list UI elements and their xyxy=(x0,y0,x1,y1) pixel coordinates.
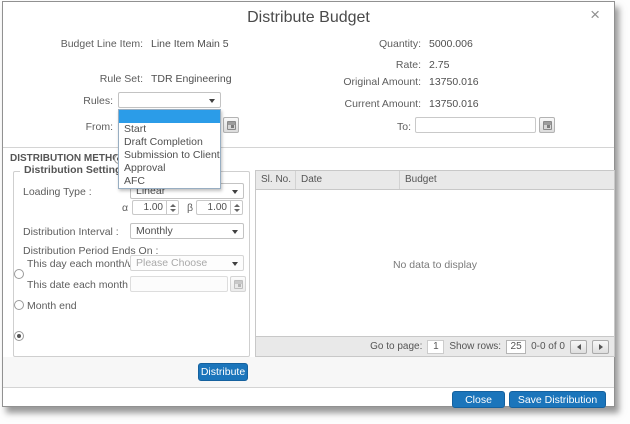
pagination-bar: Go to page: Show rows: 0-0 of 0 xyxy=(256,336,614,356)
quantity-value: 5000.006 xyxy=(429,38,473,50)
distribution-interval-label: Distribution Interval : xyxy=(23,226,119,238)
close-icon[interactable]: × xyxy=(590,6,600,23)
rules-option-submission-to-client[interactable]: Submission to Client xyxy=(119,149,220,162)
spinner-arrows-icon[interactable] xyxy=(230,200,243,215)
alpha-stepper[interactable] xyxy=(132,200,179,215)
next-page-button[interactable] xyxy=(592,340,609,354)
distribute-budget-dialog: Distribute Budget × Budget Line Item: Li… xyxy=(2,1,615,407)
from-calendar-button[interactable] xyxy=(223,117,239,133)
calendar-icon xyxy=(234,280,243,289)
previous-page-button[interactable] xyxy=(570,340,587,354)
footer-divider xyxy=(3,387,614,388)
rules-option-approval[interactable]: Approval xyxy=(119,162,220,175)
chevron-down-icon xyxy=(232,230,238,234)
close-button[interactable]: Close xyxy=(452,391,505,408)
column-header-slno[interactable]: Sl. No. xyxy=(256,171,296,189)
distribute-button[interactable]: Distribute xyxy=(198,363,248,381)
calendar-icon xyxy=(227,121,236,130)
column-header-date[interactable]: Date xyxy=(296,171,400,189)
rules-dropdown-list: Start Draft Completion Submission to Cli… xyxy=(118,109,221,189)
show-rows-label: Show rows: xyxy=(449,341,501,352)
row-range-text: 0-0 of 0 xyxy=(531,341,565,352)
rules-label: Rules: xyxy=(9,95,113,107)
beta-label: β xyxy=(187,202,193,214)
rule-set-label: Rule Set: xyxy=(9,73,143,85)
day-each-week-value: Please Choose xyxy=(136,257,207,269)
budget-line-item-label: Budget Line Item: xyxy=(9,38,143,50)
dialog-title: Distribute Budget xyxy=(3,9,614,27)
grid-header: Sl. No. Date Budget xyxy=(256,171,614,190)
rows-per-page-input[interactable] xyxy=(506,340,526,354)
alpha-label: α xyxy=(122,202,128,214)
rule-set-value: TDR Engineering xyxy=(151,73,232,85)
day-each-week-radio[interactable] xyxy=(14,269,24,279)
chevron-down-icon xyxy=(232,190,238,194)
distribution-interval-select[interactable]: Monthly xyxy=(130,223,244,239)
save-distribution-button[interactable]: Save Distribution xyxy=(509,391,606,408)
rules-option-blank[interactable] xyxy=(119,110,220,123)
rules-select[interactable] xyxy=(118,92,221,108)
section-divider xyxy=(3,147,614,148)
footer-band xyxy=(3,357,614,387)
quantity-label: Quantity: xyxy=(285,38,421,50)
date-each-month-calendar-button[interactable] xyxy=(230,276,246,292)
distribution-interval-value: Monthly xyxy=(136,225,173,237)
distribution-settings-legend: Distribution Settings xyxy=(20,164,131,176)
distribution-grid: Sl. No. Date Budget No data to display G… xyxy=(255,170,615,357)
current-amount-value: 13750.016 xyxy=(429,98,479,110)
to-calendar-button[interactable] xyxy=(539,117,555,133)
arrow-left-icon xyxy=(577,344,581,350)
empty-table-message: No data to display xyxy=(256,259,614,271)
loading-type-label: Loading Type : xyxy=(23,186,92,198)
budget-line-item-value: Line Item Main 5 xyxy=(151,38,229,50)
go-to-page-label: Go to page: xyxy=(370,341,422,352)
rules-option-start[interactable]: Start xyxy=(119,123,220,136)
rate-value: 2.75 xyxy=(429,59,449,71)
date-each-month-input[interactable] xyxy=(130,276,228,292)
rate-label: Rate: xyxy=(285,59,421,71)
column-header-budget[interactable]: Budget xyxy=(400,171,614,189)
beta-input[interactable] xyxy=(196,200,230,215)
current-amount-label: Current Amount: xyxy=(285,98,421,110)
original-amount-label: Original Amount: xyxy=(285,76,421,88)
page-number-input[interactable] xyxy=(427,340,444,354)
to-date-input[interactable] xyxy=(415,117,536,133)
month-end-radio[interactable] xyxy=(14,331,24,341)
chevron-down-icon xyxy=(232,262,238,266)
beta-stepper[interactable] xyxy=(196,200,243,215)
rules-option-draft-completion[interactable]: Draft Completion xyxy=(119,136,220,149)
arrow-right-icon xyxy=(599,344,603,350)
alpha-input[interactable] xyxy=(132,200,166,215)
date-each-month-label: This date each month xyxy=(27,279,128,291)
day-each-week-select[interactable]: Please Choose xyxy=(130,255,244,271)
spinner-arrows-icon[interactable] xyxy=(166,200,179,215)
to-label: To: xyxy=(285,121,411,133)
chevron-down-icon xyxy=(209,99,215,103)
from-label: From: xyxy=(9,121,113,133)
calendar-icon xyxy=(543,121,552,130)
original-amount-value: 13750.016 xyxy=(429,76,479,88)
date-each-month-radio[interactable] xyxy=(14,300,24,310)
month-end-label: Month end xyxy=(27,300,77,312)
rules-option-afc[interactable]: AFC xyxy=(119,175,220,188)
